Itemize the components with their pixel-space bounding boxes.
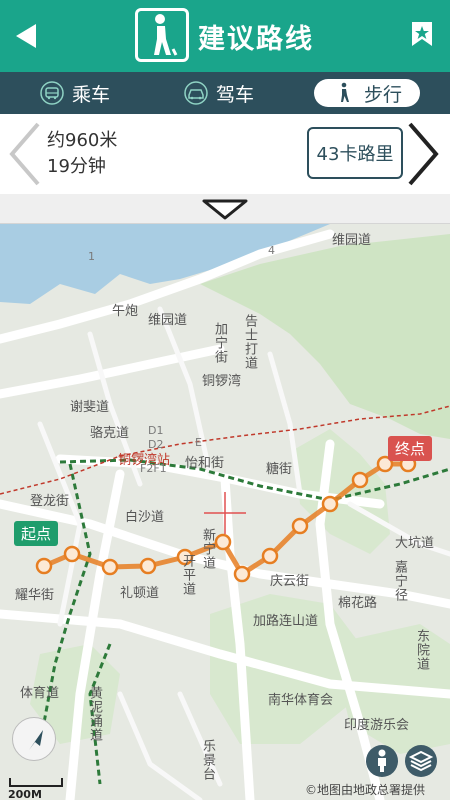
back-arrow-icon[interactable] xyxy=(12,22,42,50)
travel-mode-bar: 乘车 驾车 步行 xyxy=(0,72,450,114)
bookmark-star-icon[interactable] xyxy=(410,20,434,48)
map-credit: ©地图由地政总署提供 xyxy=(305,783,426,797)
map-label: 乐景台 xyxy=(200,739,215,781)
scale-label: 200M xyxy=(8,788,42,800)
map-label: 糖街 xyxy=(266,462,293,477)
bus-icon xyxy=(40,81,64,105)
start-marker[interactable]: 起点 xyxy=(14,521,59,546)
map-label: E xyxy=(195,436,202,449)
map-label: 嘉宁径 xyxy=(392,560,407,602)
map-label: 南华体育会 xyxy=(268,693,334,708)
chevron-down-icon xyxy=(202,199,248,220)
map-label: 维园道 xyxy=(148,313,188,328)
map-label: 加路连山道 xyxy=(253,614,319,629)
route-info: 约960米 19分钟 xyxy=(47,128,117,180)
map-label: 庆云街 xyxy=(270,574,310,589)
tab-car[interactable]: 驾车 xyxy=(184,79,254,107)
map-label: 礼顿道 xyxy=(120,586,160,601)
calories-button[interactable]: 43卡路里 xyxy=(307,127,403,179)
map-label: 铜锣湾 xyxy=(202,374,242,389)
map-label: 4 xyxy=(268,244,275,257)
map-label: 维园道 xyxy=(332,233,372,248)
route-summary-panel: 约960米 19分钟 43卡路里 xyxy=(0,114,450,194)
route-distance: 约960米 xyxy=(47,130,118,151)
map-label: 耀华街 xyxy=(15,588,55,603)
map-label: 印度游乐会 xyxy=(344,718,410,733)
map-label: 新宁道 xyxy=(200,528,215,570)
pedestrian-icon xyxy=(135,8,189,62)
map-label: 告士打道 xyxy=(242,314,257,370)
walk-icon xyxy=(340,82,349,102)
map-label: 体育道 xyxy=(20,686,60,701)
tab-walk-label: 步行 xyxy=(363,83,402,106)
expand-details-bar[interactable] xyxy=(0,194,450,224)
next-route-icon[interactable] xyxy=(406,122,440,186)
tab-walk[interactable]: 步行 xyxy=(314,79,420,107)
street-view-icon[interactable] xyxy=(366,745,398,777)
map-label: 怡和街 xyxy=(185,456,225,471)
map-label: D2 xyxy=(148,438,164,451)
tab-car-label: 驾车 xyxy=(216,83,255,106)
map-label: 黄泥涌道 xyxy=(87,686,102,742)
map-label: 登龙街 xyxy=(30,494,70,509)
route-map[interactable]: 维园道 维园道 午炮 加宁街 告士打道 铜锣湾 谢斐道 骆克道 铜锣湾站 怡和街… xyxy=(0,224,450,800)
end-marker[interactable]: 终点 xyxy=(388,436,433,461)
car-icon xyxy=(184,81,208,105)
map-label: 棉花路 xyxy=(338,596,378,611)
map-label: 大坑道 xyxy=(395,536,435,551)
map-label: 谢斐道 xyxy=(70,400,110,415)
tab-bus[interactable]: 乘车 xyxy=(40,79,110,107)
map-label: 骆克道 xyxy=(90,426,130,441)
map-label: 加宁街 xyxy=(212,322,227,364)
route-duration: 19分钟 xyxy=(47,156,106,177)
page-title: 建议路线 xyxy=(198,24,314,55)
compass-icon[interactable] xyxy=(12,717,56,761)
map-label: 开平道 xyxy=(180,554,195,596)
app-header: 建议路线 xyxy=(0,0,450,72)
tab-bus-label: 乘车 xyxy=(72,83,111,106)
previous-route-icon[interactable] xyxy=(8,122,42,186)
map-label: F2F1 xyxy=(140,462,167,475)
map-label: 午炮 xyxy=(112,304,139,319)
map-label: 白沙道 xyxy=(125,510,165,525)
layers-icon[interactable] xyxy=(405,745,437,777)
map-label: D1 xyxy=(148,424,164,437)
map-label: 1 xyxy=(88,250,95,263)
map-label: 东院道 xyxy=(414,629,429,671)
